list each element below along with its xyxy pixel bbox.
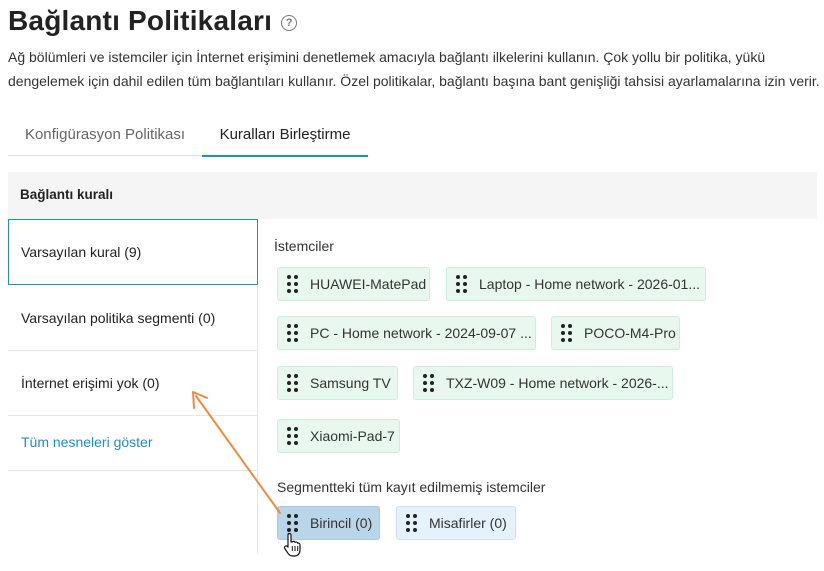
tab-configuration-policy[interactable]: Konfigürasyon Politikası bbox=[8, 118, 202, 156]
client-chip[interactable]: PC - Home network - 2024-09-07 ... bbox=[277, 316, 536, 350]
help-icon[interactable]: ? bbox=[281, 15, 298, 31]
page-title: Bağlantı Politikaları bbox=[8, 5, 273, 36]
drag-handle-icon[interactable] bbox=[406, 514, 417, 532]
drag-handle-icon[interactable] bbox=[561, 324, 572, 342]
drag-handle-icon[interactable] bbox=[287, 374, 298, 392]
client-chip[interactable]: Laptop - Home network - 2026-01... bbox=[446, 267, 706, 301]
client-chip-label: Xiaomi-Pad-7 bbox=[310, 428, 395, 444]
client-chip-label: HUAWEI-MatePad bbox=[310, 276, 427, 292]
client-chip[interactable]: HUAWEI-MatePad bbox=[277, 267, 430, 301]
hand-pointer-icon bbox=[283, 532, 301, 557]
rule-list: Varsayılan kural (9) Varsayılan politika… bbox=[8, 219, 258, 554]
drag-handle-icon[interactable] bbox=[287, 275, 298, 293]
rule-item-default-segment[interactable]: Varsayılan politika segmenti (0) bbox=[8, 285, 257, 351]
tab-merge-rules[interactable]: Kuralları Birleştirme bbox=[202, 118, 368, 157]
drag-handle-icon[interactable] bbox=[287, 324, 298, 342]
client-chip-label: PC - Home network - 2024-09-07 ... bbox=[310, 325, 532, 341]
show-all-objects-link[interactable]: Tüm nesneleri göster bbox=[8, 415, 257, 471]
segment-chip-label: Misafirler (0) bbox=[429, 515, 507, 531]
drag-handle-icon[interactable] bbox=[423, 374, 434, 392]
rule-item-default[interactable]: Varsayılan kural (9) bbox=[8, 219, 258, 285]
drag-handle-icon[interactable] bbox=[287, 514, 298, 532]
panel-header-label: Bağlantı kuralı bbox=[20, 187, 114, 202]
client-chip[interactable]: TXZ-W09 - Home network - 2026-... bbox=[413, 366, 673, 400]
client-chip[interactable]: Xiaomi-Pad-7 bbox=[277, 419, 400, 453]
panel-header: Bağlantı kuralı bbox=[8, 172, 817, 219]
drag-handle-icon[interactable] bbox=[456, 275, 467, 293]
client-chip[interactable]: Samsung TV bbox=[277, 366, 398, 400]
page-description: Ağ bölümleri ve istemciler için İnternet… bbox=[8, 49, 820, 89]
connection-policies-page: Bağlantı Politikaları ? Ağ bölümleri ve … bbox=[0, 0, 824, 571]
title-row: Bağlantı Politikaları ? bbox=[8, 5, 298, 37]
client-chip[interactable]: POCO-M4-Pro bbox=[551, 316, 680, 350]
drag-handle-icon[interactable] bbox=[287, 427, 298, 445]
client-chip-label: POCO-M4-Pro bbox=[584, 325, 676, 341]
segment-chip-label: Birincil (0) bbox=[310, 515, 373, 531]
client-chip-label: TXZ-W09 - Home network - 2026-... bbox=[446, 375, 669, 391]
segments-label: Segmentteki tüm kayıt edilmemiş istemcil… bbox=[277, 479, 546, 495]
client-chip-label: Laptop - Home network - 2026-01... bbox=[479, 276, 701, 292]
client-chip-label: Samsung TV bbox=[310, 375, 391, 391]
clients-label: İstemciler bbox=[274, 238, 334, 254]
rule-item-no-internet[interactable]: İnternet erişimi yok (0) bbox=[8, 350, 257, 416]
segment-chip-guests[interactable]: Misafirler (0) bbox=[396, 506, 516, 540]
tab-bar: Konfigürasyon Politikası Kuralları Birle… bbox=[8, 118, 368, 157]
